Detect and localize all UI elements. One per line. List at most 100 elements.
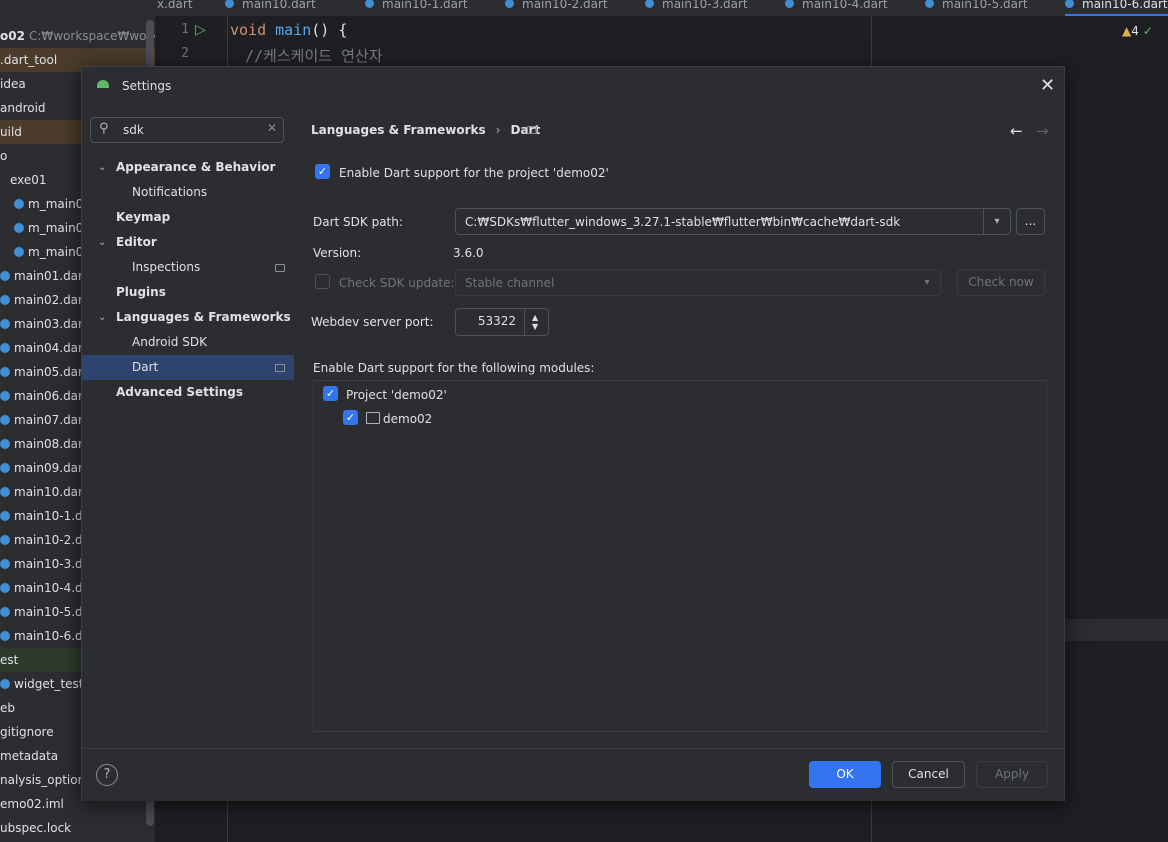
project-tree-item[interactable]: main10-5.da	[0, 600, 90, 624]
project-tree-item[interactable]: emo02.iml	[0, 792, 64, 816]
settings-tree-item[interactable]: ⌄ Appearance & Behavior	[82, 155, 294, 180]
check-now-button[interactable]: Check now	[957, 269, 1045, 296]
project-tree-item[interactable]: eb	[0, 696, 15, 720]
editor-tab[interactable]: main10-6.dart	[1065, 0, 1168, 16]
settings-tree-item[interactable]: Dart	[82, 355, 294, 380]
project-tree-item[interactable]: m_main0	[0, 192, 83, 216]
spinner-arrows[interactable]: ▲ ▼	[524, 309, 549, 335]
project-tree-item[interactable]: main08.dart	[0, 432, 88, 456]
check-sdk-update-label: Check SDK update:	[339, 276, 455, 290]
webdev-port-spinner[interactable]: ▲ ▼	[455, 308, 549, 336]
editor-tab[interactable]: main10-2.dart	[505, 0, 608, 14]
dart-file-icon	[0, 415, 10, 425]
settings-tree-label: Plugins	[116, 285, 166, 299]
settings-tree-item[interactable]: Notifications	[82, 180, 294, 205]
project-tree-item[interactable]: main04.dart	[0, 336, 88, 360]
ok-button[interactable]: OK	[809, 761, 881, 788]
apply-button[interactable]: Apply	[976, 761, 1048, 788]
project-level-icon	[275, 264, 285, 272]
settings-tree-item[interactable]: Android SDK	[82, 330, 294, 355]
project-tree-item[interactable]: metadata	[0, 744, 58, 768]
spin-down-icon[interactable]: ▼	[532, 322, 538, 331]
editor-tab[interactable]: main10-5.dart	[925, 0, 1028, 14]
editor-tab[interactable]: main10.dart	[225, 0, 316, 14]
settings-dialog: Settings ✕ ⚲ ✕ ⌄ Appearance & Behavior Not…	[81, 66, 1065, 801]
cancel-button[interactable]: Cancel	[892, 761, 965, 788]
project-tree-item[interactable]: gitignore	[0, 720, 54, 744]
project-tree-item[interactable]: main07.dart	[0, 408, 88, 432]
close-icon[interactable]: ✕	[1040, 77, 1055, 95]
help-icon[interactable]: ?	[96, 764, 118, 786]
project-tree-item[interactable]: idea	[0, 72, 26, 96]
check-sdk-update-checkbox[interactable]	[315, 274, 330, 289]
chevron-down-icon[interactable]: ⌄	[98, 305, 106, 330]
project-tree-item[interactable]: main02.dart	[0, 288, 88, 312]
dart-file-icon	[14, 247, 24, 257]
project-tree-item[interactable]: exe01	[0, 168, 47, 192]
project-tree-item[interactable]: o	[0, 144, 7, 168]
forward-arrow-icon[interactable]: →	[1036, 122, 1049, 140]
project-level-icon	[275, 364, 285, 372]
project-tree-item[interactable]: main01.dart	[0, 264, 88, 288]
project-tree-label: m_main0	[28, 245, 84, 259]
project-tree-item[interactable]: m_main0	[0, 216, 83, 240]
chevron-down-icon[interactable]: ⌄	[98, 155, 106, 180]
project-tree-item[interactable]: main09.dart	[0, 456, 88, 480]
enable-dart-checkbox[interactable]: ✓	[315, 164, 330, 179]
project-tree-item[interactable]: main03.dart	[0, 312, 88, 336]
settings-tree-item[interactable]: Keymap	[82, 205, 294, 230]
dart-file-icon	[645, 0, 654, 8]
run-gutter-icon[interactable]: ▷	[195, 22, 206, 38]
editor-tab[interactable]: main10-4.dart	[785, 0, 888, 14]
chevron-down-icon[interactable]: ⌄	[98, 230, 106, 255]
inspection-widget[interactable]: ▲4 ✓	[1122, 24, 1153, 38]
dialog-titlebar[interactable]: Settings ✕	[82, 67, 1064, 107]
project-tree-label: main01.dart	[14, 269, 88, 283]
settings-tree-label: Inspections	[132, 260, 201, 274]
project-tree-item[interactable]: main10-4.da	[0, 576, 90, 600]
dart-file-icon	[0, 439, 10, 449]
webdev-port-input[interactable]	[460, 314, 516, 328]
clear-search-icon[interactable]: ✕	[267, 121, 277, 135]
version-label: Version:	[313, 246, 362, 260]
project-tree-item[interactable]: main10-2.da	[0, 528, 90, 552]
project-tree-label: main09.dart	[14, 461, 88, 475]
project-tree-item[interactable]: main05.dart	[0, 360, 88, 384]
project-tree-item[interactable]: main10-6.da	[0, 624, 90, 648]
browse-button[interactable]: ...	[1016, 208, 1045, 235]
project-tree-label: est	[0, 653, 19, 667]
search-input[interactable]	[123, 122, 263, 138]
project-tree-label: main06.dart	[14, 389, 88, 403]
settings-tree-item[interactable]: Advanced Settings	[82, 380, 294, 405]
module-checkbox-demo02[interactable]: ✓	[343, 410, 358, 425]
dart-file-icon	[0, 631, 10, 641]
settings-tree-item[interactable]: ⌄ Languages & Frameworks	[82, 305, 294, 330]
chevron-down-icon[interactable]: ▾	[983, 209, 1010, 234]
back-arrow-icon[interactable]: ←	[1010, 122, 1023, 140]
settings-tree-item[interactable]: ⌄ Editor	[82, 230, 294, 255]
project-tree-item[interactable]: main10-1.da	[0, 504, 90, 528]
update-channel-select[interactable]: Stable channel ▾	[455, 269, 941, 296]
settings-tree-label: Dart	[132, 360, 159, 374]
project-tree-item[interactable]: main10-3.da	[0, 552, 90, 576]
settings-tree-item[interactable]: Inspections	[82, 255, 294, 280]
module-checkbox-project[interactable]: ✓	[323, 386, 338, 401]
editor-tab[interactable]: main10-3.dart	[645, 0, 748, 14]
spin-up-icon[interactable]: ▲	[532, 313, 538, 322]
project-tree-item[interactable]: main10.dart	[0, 480, 88, 504]
project-tree-item[interactable]: android	[0, 96, 46, 120]
editor-tab[interactable]: x.dart	[157, 0, 193, 14]
settings-search[interactable]: ⚲ ✕	[90, 117, 284, 143]
android-studio-icon	[97, 80, 109, 88]
update-channel-value: Stable channel	[465, 276, 555, 290]
project-tree-label: m_main0	[28, 221, 84, 235]
breadcrumb-item[interactable]: Languages & Frameworks	[311, 123, 486, 137]
project-tree-item[interactable]: ubspec.lock	[0, 816, 71, 840]
project-tree-item[interactable]: m_main0	[0, 240, 83, 264]
project-tree-item[interactable]: main06.dart	[0, 384, 88, 408]
dart-file-icon	[0, 295, 10, 305]
sdk-path-combo[interactable]: C:₩SDKs₩flutter_windows_3.27.1-stable₩fl…	[455, 208, 1011, 235]
settings-tree-item[interactable]: Plugins	[82, 280, 294, 305]
dart-file-icon	[0, 319, 10, 329]
editor-tab[interactable]: main10-1.dart	[365, 0, 468, 14]
